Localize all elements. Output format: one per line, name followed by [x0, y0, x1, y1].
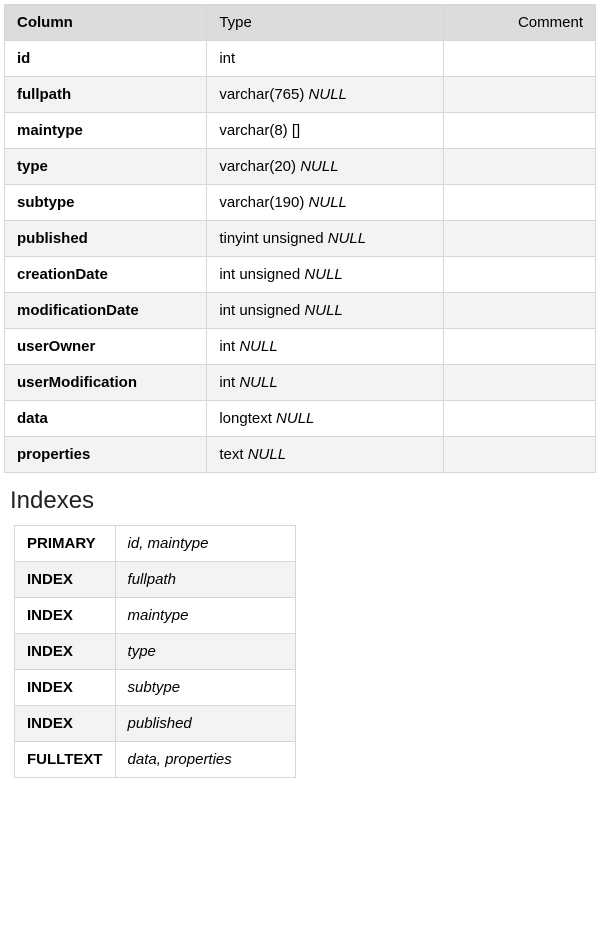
column-type: varchar(8) [] [207, 113, 444, 149]
table-row: creationDate int unsigned NULL [5, 257, 596, 293]
table-row: INDEX type [15, 634, 296, 670]
table-row: data longtext NULL [5, 401, 596, 437]
index-type: INDEX [15, 670, 116, 706]
index-fields: maintype [115, 598, 295, 634]
column-name: subtype [5, 185, 207, 221]
column-name: modificationDate [5, 293, 207, 329]
column-name: maintype [5, 113, 207, 149]
column-comment [444, 221, 596, 257]
table-row: INDEX maintype [15, 598, 296, 634]
column-comment [444, 365, 596, 401]
table-row: type varchar(20) NULL [5, 149, 596, 185]
column-name: type [5, 149, 207, 185]
column-name: fullpath [5, 77, 207, 113]
column-name: userOwner [5, 329, 207, 365]
column-comment [444, 77, 596, 113]
column-type: tinyint unsigned NULL [207, 221, 444, 257]
column-comment [444, 401, 596, 437]
column-name: userModification [5, 365, 207, 401]
columns-header-comment: Comment [444, 5, 596, 41]
columns-header-column: Column [5, 5, 207, 41]
table-row: INDEX fullpath [15, 562, 296, 598]
columns-table: Column Type Comment id int fullpath varc… [4, 4, 596, 473]
indexes-heading: Indexes [10, 487, 596, 515]
column-type: text NULL [207, 437, 444, 473]
column-type: varchar(20) NULL [207, 149, 444, 185]
column-type: varchar(190) NULL [207, 185, 444, 221]
table-row: userOwner int NULL [5, 329, 596, 365]
index-type: INDEX [15, 562, 116, 598]
column-comment [444, 149, 596, 185]
column-type: varchar(765) NULL [207, 77, 444, 113]
table-row: INDEX subtype [15, 670, 296, 706]
index-fields: published [115, 706, 295, 742]
column-type: int [207, 41, 444, 77]
index-fields: id, maintype [115, 526, 295, 562]
table-row: FULLTEXT data, properties [15, 742, 296, 778]
column-comment [444, 437, 596, 473]
index-type: INDEX [15, 598, 116, 634]
index-fields: fullpath [115, 562, 295, 598]
table-row: userModification int NULL [5, 365, 596, 401]
column-type: int NULL [207, 365, 444, 401]
index-type: INDEX [15, 706, 116, 742]
index-type: FULLTEXT [15, 742, 116, 778]
table-row: properties text NULL [5, 437, 596, 473]
index-fields: type [115, 634, 295, 670]
column-name: published [5, 221, 207, 257]
column-comment [444, 185, 596, 221]
index-type: INDEX [15, 634, 116, 670]
table-row: modificationDate int unsigned NULL [5, 293, 596, 329]
column-type: int unsigned NULL [207, 257, 444, 293]
table-row: PRIMARY id, maintype [15, 526, 296, 562]
columns-table-body: id int fullpath varchar(765) NULL mainty… [5, 41, 596, 473]
indexes-table-body: PRIMARY id, maintype INDEX fullpath INDE… [15, 526, 296, 778]
table-row: INDEX published [15, 706, 296, 742]
column-type: int NULL [207, 329, 444, 365]
table-row: maintype varchar(8) [] [5, 113, 596, 149]
index-type: PRIMARY [15, 526, 116, 562]
table-row: fullpath varchar(765) NULL [5, 77, 596, 113]
index-fields: data, properties [115, 742, 295, 778]
column-name: properties [5, 437, 207, 473]
column-name: creationDate [5, 257, 207, 293]
column-comment [444, 293, 596, 329]
table-row: subtype varchar(190) NULL [5, 185, 596, 221]
table-row: id int [5, 41, 596, 77]
column-type: longtext NULL [207, 401, 444, 437]
index-fields: subtype [115, 670, 295, 706]
column-comment [444, 113, 596, 149]
column-name: data [5, 401, 207, 437]
columns-header-type: Type [207, 5, 444, 41]
indexes-table: PRIMARY id, maintype INDEX fullpath INDE… [14, 525, 296, 778]
table-row: published tinyint unsigned NULL [5, 221, 596, 257]
column-name: id [5, 41, 207, 77]
column-comment [444, 329, 596, 365]
column-comment [444, 257, 596, 293]
column-type: int unsigned NULL [207, 293, 444, 329]
column-comment [444, 41, 596, 77]
